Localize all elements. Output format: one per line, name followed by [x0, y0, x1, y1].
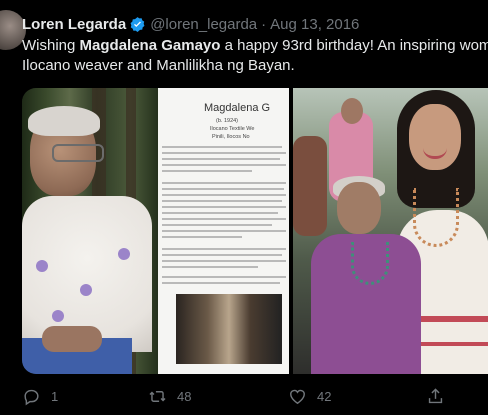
text-line: [162, 182, 286, 184]
tweet-actions: 1 48 42: [0, 384, 488, 408]
text-line: [162, 218, 286, 220]
tweet-header: Loren Legarda @loren_legarda · Aug 13, 2…: [22, 14, 359, 34]
text-line: [162, 236, 242, 238]
white-hair: [28, 106, 100, 136]
photo-elderly-weaver[interactable]: [22, 88, 158, 374]
text-line: [162, 170, 252, 172]
text-line: [162, 200, 282, 202]
loom-photo: [176, 294, 282, 364]
tweet-text-bold-name: Magdalena Gamayo: [79, 37, 221, 54]
text-line: [162, 260, 286, 262]
text-line: [162, 254, 282, 256]
text-line: [162, 194, 286, 196]
photo-with-legarda[interactable]: [293, 88, 488, 374]
flower-print: [52, 310, 64, 322]
tweet-text-line-2: Ilocano weaver and Manlilikha ng Bayan.: [22, 57, 295, 74]
reply-icon: [24, 389, 39, 405]
page-subtitle: Ilocano Textile We: [210, 126, 255, 132]
verified-badge-icon: [129, 16, 146, 33]
text-line: [162, 282, 280, 284]
text-line: [162, 248, 286, 250]
tweet-date[interactable]: Aug 13, 2016: [270, 16, 359, 33]
text-line: [162, 276, 286, 278]
smiling-face: [409, 104, 461, 170]
retweet-button[interactable]: 48: [148, 384, 191, 408]
green-necklace: [351, 242, 389, 285]
page-subtitle: Pinili, Ilocos No: [212, 134, 250, 140]
text-line: [162, 266, 258, 268]
page-subtitle: (b. 1924): [216, 118, 239, 124]
bead-necklace: [413, 188, 459, 247]
eyeglasses: [52, 144, 104, 162]
text-line: [162, 152, 286, 154]
tweet-text: Wishing Magdalena Gamayo a happy 93rd bi…: [22, 36, 488, 76]
reply-count: 1: [51, 388, 59, 404]
document-page-image[interactable]: Magdalena G (b. 1924) Ilocano Textile We…: [158, 88, 289, 374]
text-line: [162, 164, 286, 166]
text-line: [162, 158, 280, 160]
retweet-icon: [149, 390, 166, 402]
tweet-text-part: a happy 93rd birthday! An inspiring woma…: [220, 37, 488, 54]
flower-print: [80, 284, 92, 296]
share-button[interactable]: [426, 384, 445, 408]
text-line: [162, 188, 284, 190]
separator-dot: ·: [261, 15, 267, 33]
text-line: [162, 224, 272, 226]
text-line: [162, 212, 278, 214]
page-title: Magdalena G: [204, 102, 271, 114]
tweet-media[interactable]: Magdalena G (b. 1924) Ilocano Textile We…: [22, 88, 488, 374]
like-button[interactable]: 42: [288, 384, 331, 408]
share-icon: [428, 387, 443, 403]
tweet-text-part: Wishing: [22, 37, 80, 54]
background-person-head: [341, 98, 363, 124]
background-person: [293, 136, 327, 236]
retweet-count: 48: [177, 388, 192, 404]
author-name[interactable]: Loren Legarda: [22, 16, 126, 33]
flower-print: [36, 260, 48, 272]
like-icon: [290, 389, 305, 404]
hands: [42, 326, 102, 352]
text-line: [162, 230, 286, 232]
reply-button[interactable]: 1: [22, 384, 58, 408]
elderly-face: [337, 182, 381, 234]
text-line: [162, 206, 286, 208]
like-count: 42: [317, 388, 332, 404]
author-handle[interactable]: @loren_legarda: [150, 16, 257, 33]
text-line: [162, 146, 282, 148]
flower-print: [118, 248, 130, 260]
tweet-text-line-1: Wishing Magdalena Gamayo a happy 93rd bi…: [22, 36, 488, 56]
